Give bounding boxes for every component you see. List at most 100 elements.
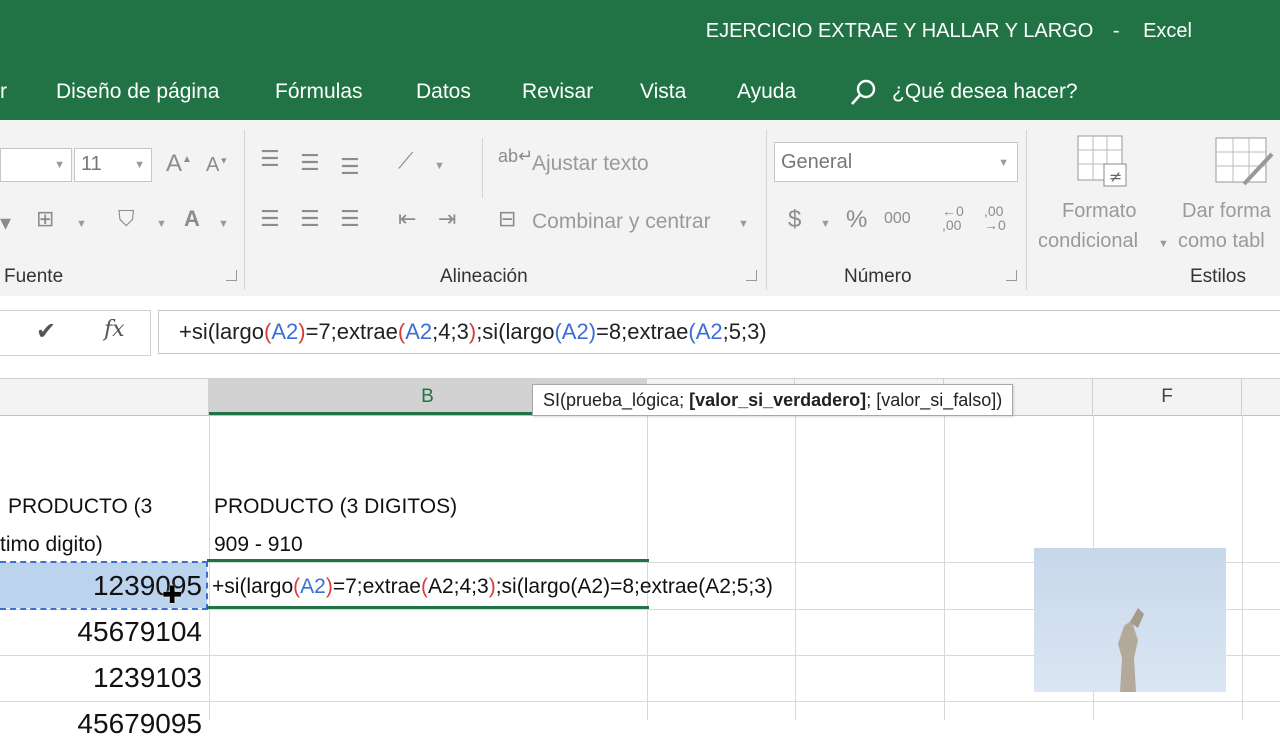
- grow-font-icon[interactable]: A▲: [166, 150, 192, 178]
- number-dialog-launcher[interactable]: [1006, 270, 1017, 281]
- align-left-icon[interactable]: ☰: [260, 206, 280, 232]
- currency-button[interactable]: $: [788, 206, 801, 234]
- formula-bar: ✔ fx +si(largo(A2)=7;extrae(A2;4;3);si(l…: [0, 296, 1280, 378]
- tooltip-current-arg[interactable]: [valor_si_verdadero]: [689, 390, 866, 410]
- tab-page-layout[interactable]: Diseño de página: [56, 80, 219, 104]
- increase-decimal-icon[interactable]: ←0,00: [942, 204, 964, 232]
- wrap-text-icon[interactable]: ab↵: [498, 146, 533, 167]
- chevron-down-icon: ▼: [738, 218, 749, 230]
- number-format-box[interactable]: General ▼: [774, 142, 1018, 182]
- ribbon-tabs: r Diseño de página Fórmulas Datos Revisa…: [0, 64, 1280, 120]
- title-bar: EJERCICIO EXTRAE Y HALLAR Y LARGO - Exce…: [0, 0, 1280, 64]
- title-separator: -: [1112, 20, 1120, 42]
- wrap-text-button[interactable]: Ajustar texto: [532, 152, 649, 176]
- group-divider: [1026, 130, 1027, 290]
- formula-token: +si(largo: [179, 319, 264, 344]
- chevron-down-icon: ▼: [54, 159, 65, 171]
- merge-center-icon[interactable]: ⊟: [498, 206, 516, 232]
- alignment-dialog-launcher[interactable]: [746, 270, 757, 281]
- tab-view[interactable]: Vista: [640, 80, 686, 104]
- align-center-icon[interactable]: ☰: [300, 206, 320, 232]
- alignment-group-label: Alineación: [440, 266, 528, 287]
- function-tooltip: SI(prueba_lógica; [valor_si_verdadero]; …: [532, 384, 1014, 416]
- align-top-icon[interactable]: ☰: [260, 146, 280, 172]
- chevron-down-icon: ▼: [1158, 238, 1169, 250]
- search-icon[interactable]: [848, 78, 878, 108]
- shrink-font-icon[interactable]: A▼: [206, 154, 228, 177]
- formula-token: ;5;3): [722, 319, 767, 344]
- formula-text: +si(largo(A2)=7;extrae(A2;4;3);si(largo(…: [179, 319, 767, 345]
- format-as-table-icon[interactable]: [1214, 134, 1274, 190]
- formula-token: ): [325, 575, 333, 598]
- align-middle-icon[interactable]: ☰: [300, 150, 320, 176]
- cell-b1-line1: PRODUCTO (3 DIGITOS): [214, 495, 458, 518]
- window-title: EJERCICIO EXTRAE Y HALLAR Y LARGO - Exce…: [706, 20, 1192, 43]
- number-group-label: Número: [844, 266, 912, 287]
- font-dialog-launcher[interactable]: [226, 270, 237, 281]
- chevron-down-icon: ▼: [998, 157, 1009, 169]
- formula-input[interactable]: +si(largo(A2)=7;extrae(A2;4;3);si(largo(…: [158, 310, 1280, 354]
- cell-b2-editing-text: +si(largo(A2)=7;extrae(A2;4;3);si(largo(…: [212, 575, 773, 599]
- tab-help[interactable]: Ayuda: [737, 80, 796, 104]
- conditional-format-line1[interactable]: Formato: [1062, 200, 1136, 223]
- percent-button[interactable]: %: [846, 206, 867, 234]
- grid-line: [944, 415, 945, 720]
- cell-cursor-icon: ✚: [162, 582, 183, 609]
- align-right-icon[interactable]: ☰: [340, 206, 360, 232]
- cell-a1-line2: timo digito): [0, 533, 103, 556]
- formula-token: A2;4;3: [427, 575, 489, 598]
- borders-icon[interactable]: ⊞: [36, 206, 54, 232]
- cell-b1-line2: 909 - 910: [214, 533, 303, 556]
- insert-function-icon[interactable]: fx: [104, 317, 125, 342]
- formula-token: (: [688, 319, 696, 344]
- tab-partial[interactable]: r: [0, 80, 7, 104]
- cell-a4[interactable]: 1239103: [40, 662, 202, 694]
- increase-indent-icon[interactable]: ⇥: [438, 206, 456, 232]
- cell-a5[interactable]: 45679095: [40, 708, 202, 740]
- tab-formulas[interactable]: Fórmulas: [275, 80, 363, 104]
- format-table-line1[interactable]: Dar forma: [1182, 200, 1271, 223]
- merge-center-button[interactable]: Combinar y centrar: [532, 210, 711, 234]
- orientation-icon[interactable]: ⟋: [398, 148, 413, 174]
- worksheet-grid[interactable]: PRODUCTO (3 timo digito) PRODUCTO (3 DIG…: [0, 415, 1280, 739]
- font-color-icon[interactable]: A: [184, 206, 200, 232]
- decrease-indent-icon[interactable]: ⇤: [398, 206, 416, 232]
- fill-color-icon[interactable]: ⛉: [118, 206, 135, 232]
- chevron-down-icon: ▼: [434, 160, 445, 172]
- font-size-box[interactable]: 11 ▼: [74, 148, 152, 182]
- chevron-down-icon: ▼: [76, 218, 87, 230]
- formula-token: (largo: [239, 575, 294, 598]
- tell-me-search[interactable]: ¿Qué desea hacer?: [892, 80, 1078, 104]
- conditional-format-icon[interactable]: ≠: [1076, 134, 1132, 190]
- underline-dropdown-icon[interactable]: ▾: [0, 210, 11, 236]
- align-bottom-icon[interactable]: ☰: [340, 154, 360, 180]
- formula-token: A2: [695, 319, 723, 344]
- column-header-f[interactable]: F: [1093, 379, 1242, 415]
- formula-token: A2: [405, 319, 433, 344]
- formula-token: (: [420, 575, 428, 598]
- styles-group-label: Estilos: [1190, 266, 1246, 287]
- format-table-line2[interactable]: como tabl: [1178, 230, 1265, 253]
- document-name: EJERCICIO EXTRAE Y HALLAR Y LARGO: [705, 20, 1094, 42]
- decrease-decimal-icon[interactable]: ,00 →0: [984, 204, 1006, 232]
- column-header-a[interactable]: [0, 379, 209, 415]
- font-name-box[interactable]: ▼: [0, 148, 72, 182]
- enter-check-icon[interactable]: ✔: [36, 317, 56, 346]
- tooltip-suffix: ; [valor_si_falso]): [866, 390, 1003, 410]
- formula-token: ): [588, 319, 597, 344]
- tab-data[interactable]: Datos: [416, 80, 471, 104]
- column-header-g[interactable]: [1242, 379, 1280, 415]
- grid-line: [0, 701, 1280, 702]
- grid-line: [795, 415, 796, 720]
- number-format-value: General: [781, 151, 853, 173]
- formula-token: A2: [271, 319, 299, 344]
- font-size-value: 11: [81, 153, 102, 175]
- cell-a3[interactable]: 45679104: [40, 616, 202, 648]
- comma-style-button[interactable]: 000: [884, 210, 911, 228]
- conditional-format-line2[interactable]: condicional: [1038, 230, 1138, 253]
- grid-line: [1242, 415, 1243, 720]
- statue-icon: [1118, 608, 1144, 692]
- formula-token: ): [298, 319, 306, 344]
- ribbon: ▼ 11 ▼ A▲ A▼ ▾ ⊞ ▼ ⛉ ▼ A ▼ Fuente ☰ ☰ ☰ …: [0, 120, 1280, 297]
- tab-review[interactable]: Revisar: [522, 80, 593, 104]
